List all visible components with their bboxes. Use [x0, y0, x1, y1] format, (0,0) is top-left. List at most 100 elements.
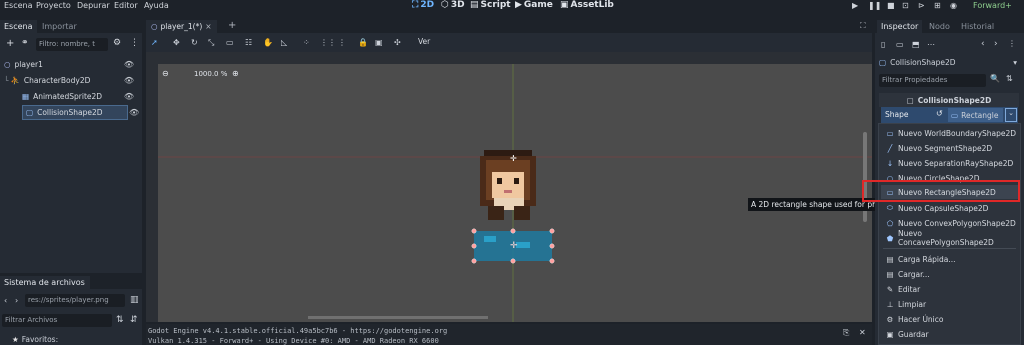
play-scene-icon[interactable]: ⊳ — [918, 1, 925, 10]
menu-depurar[interactable]: Depurar — [77, 1, 110, 10]
menu-item-capsule[interactable]: ⬭ Nuevo CapsuleShape2D — [886, 201, 989, 215]
menu-item-load[interactable]: ▤ Cargar... — [886, 267, 929, 281]
inspector-options-icon[interactable]: ⇅ — [1006, 74, 1013, 83]
2d-viewport[interactable]: ✛ ✛ ⊖ 1000.0 % ⊕ — [158, 64, 872, 322]
view-menu[interactable]: Ver — [418, 37, 430, 46]
revert-icon[interactable]: ↺ — [936, 109, 943, 118]
node2d-icon: ○ — [151, 22, 158, 31]
zoom-out-icon[interactable]: ⊖ — [162, 69, 169, 78]
forward-arrow-icon[interactable]: › — [15, 296, 18, 305]
dock-menu-icon[interactable]: ⋮ — [130, 38, 139, 48]
new-resource-icon[interactable]: ▯ — [881, 40, 885, 49]
back-arrow-icon[interactable]: ‹ — [4, 296, 7, 305]
menu-item-worldboundary[interactable]: ▭ Nuevo WorldBoundaryShape2D — [886, 126, 1016, 140]
menu-escena[interactable]: Escena — [4, 1, 33, 10]
menu-proyecto[interactable]: Proyecto — [36, 1, 71, 10]
zoom-in-icon[interactable]: ⊕ — [232, 69, 239, 78]
visibility-eye-icon[interactable]: 👁 — [124, 92, 134, 101]
visibility-eye-icon[interactable]: 👁 — [129, 108, 139, 117]
zoom-level[interactable]: 1000.0 % — [194, 70, 227, 78]
scene-filter-input[interactable]: Filtro: nombre, t — [36, 38, 108, 51]
tab-importar[interactable]: Importar — [38, 20, 81, 33]
copy-icon[interactable]: ⎘ — [843, 328, 849, 338]
grid-snap-icon[interactable]: ⋮⋮ — [320, 38, 336, 47]
ruler-tool-icon[interactable]: ▭ — [226, 38, 234, 47]
menu-item-separationray[interactable]: ↓ Nuevo SeparationRayShape2D — [886, 156, 1013, 170]
menu-item-make-unique[interactable]: ⚙ Hacer Único — [886, 312, 944, 326]
workspace-assetlib-button[interactable]: ▣ AssetLib — [560, 0, 614, 10]
tab-filesystem[interactable]: Sistema de archivos — [0, 276, 90, 289]
workspace-2d-button[interactable]: ⛶ 2D — [412, 0, 434, 10]
menu-item-concavepolygon[interactable]: ⬟ Nuevo ConcavePolygonShape2D — [886, 229, 1020, 247]
tools-icon[interactable]: ⋯ — [927, 40, 935, 49]
menu-item-segment[interactable]: ╱ Nuevo SegmentShape2D — [886, 141, 992, 155]
menu-item-edit[interactable]: ✎ Editar — [886, 282, 920, 296]
tab-inspector[interactable]: Inspector — [877, 20, 923, 33]
history-back-icon[interactable]: ‹ — [981, 39, 985, 49]
lock-icon[interactable]: 🔒 — [358, 38, 368, 47]
shape-value-button[interactable]: ▭ Rectangle — [948, 108, 1003, 122]
list-select-icon[interactable]: ☷ — [245, 38, 252, 47]
save-resource-icon[interactable]: ⬒ — [912, 40, 920, 49]
menu-ayuda[interactable]: Ayuda — [144, 1, 169, 10]
menu-editor[interactable]: Editor — [114, 1, 138, 10]
menu-item-clear[interactable]: ⊥ Limpiar — [886, 297, 926, 311]
object-selector[interactable]: ▢ CollisionShape2D ▾ — [879, 55, 1017, 69]
open-folder-icon[interactable]: ▭ — [896, 40, 904, 49]
tree-line-icon: └ — [4, 76, 9, 85]
menu-item-convexpolygon[interactable]: ⬠ Nuevo ConvexPolygonShape2D — [886, 216, 1016, 230]
tree-item-animatedsprite2d[interactable]: ▦ AnimatedSprite2D 👁 — [22, 89, 140, 104]
tab-historial[interactable]: Historial — [957, 20, 998, 33]
clear-output-icon[interactable]: ✕ — [859, 328, 866, 337]
select-tool-icon[interactable]: ➚ — [151, 38, 158, 47]
history-forward-icon[interactable]: › — [994, 39, 998, 49]
sort-icon[interactable]: ⇅ — [116, 315, 124, 325]
filesystem-filter-input[interactable]: Filtrar Archivos — [2, 314, 112, 327]
add-node-icon[interactable]: + — [6, 38, 14, 49]
object-history-icon[interactable]: ⋮ — [1008, 39, 1016, 48]
renderer-selector[interactable]: Forward+ — [973, 1, 1012, 10]
movie-icon[interactable]: ◉ — [950, 1, 957, 10]
tab-escena[interactable]: Escena — [0, 20, 37, 33]
split-view-icon[interactable]: ▥ — [130, 295, 139, 305]
tree-item-player1[interactable]: ○ player1 👁 — [4, 57, 140, 72]
tab-nodo[interactable]: Nodo — [925, 20, 954, 33]
chevron-down-icon: ▾ — [1013, 57, 1017, 67]
workspace-3d-button[interactable]: ⬡ 3D — [441, 0, 465, 10]
play-custom-icon[interactable]: ⊞ — [934, 1, 941, 10]
move-tool-icon[interactable]: ✥ — [173, 38, 180, 47]
property-filter-input[interactable]: Filtrar Propiedades — [879, 74, 986, 87]
scene-tab-player1[interactable]: ○ player_1(*) × — [146, 20, 217, 33]
group-icon[interactable]: ▣ — [375, 38, 383, 47]
menu-item-quickload[interactable]: ▤ Carga Rápida... — [886, 252, 955, 266]
measure-icon[interactable]: ◺ — [281, 38, 287, 47]
toggle-layout-icon[interactable]: ⇵ — [130, 315, 138, 325]
workspace-game-button[interactable]: ▶ Game — [515, 0, 553, 10]
distraction-free-icon[interactable]: ⛶ — [860, 21, 866, 31]
pan-tool-icon[interactable]: ✋ — [263, 38, 273, 47]
filesystem-path-input[interactable]: res://sprites/player.png — [25, 294, 125, 307]
visibility-eye-icon[interactable]: 👁 — [124, 76, 134, 85]
stop-icon[interactable]: ■ — [887, 1, 895, 10]
pause-icon[interactable]: ❚❚ — [868, 1, 881, 10]
tree-item-collisionshape2d[interactable]: ▢ CollisionShape2D — [22, 105, 128, 120]
scale-tool-icon[interactable]: ⤡ — [208, 38, 214, 48]
chevron-down-icon[interactable]: ⌄ — [1005, 108, 1017, 122]
workspace-script-button[interactable]: ▤ Script — [470, 0, 511, 10]
snap-options-icon[interactable]: ⋮ — [338, 38, 346, 47]
output-line-1: Godot Engine v4.4.1.stable.official.49a5… — [148, 327, 448, 335]
remote-debug-icon[interactable]: ⊡ — [902, 1, 909, 10]
visibility-eye-icon[interactable]: 👁 — [124, 60, 134, 69]
attach-script-icon[interactable]: ⚙ — [113, 38, 121, 48]
play-icon[interactable]: ▶ — [852, 1, 858, 10]
snap-icon[interactable]: ⁘ — [303, 38, 310, 47]
tree-item-characterbody2d[interactable]: └ ⛹ CharacterBody2D 👁 — [4, 73, 140, 88]
rotate-tool-icon[interactable]: ↻ — [191, 38, 198, 47]
menu-item-save[interactable]: ▣ Guardar — [886, 327, 928, 341]
add-scene-tab-icon[interactable]: + — [228, 20, 236, 31]
search-icon[interactable]: 🔍 — [990, 74, 1000, 83]
close-icon[interactable]: × — [205, 22, 211, 31]
link-icon[interactable]: ⚭ — [21, 38, 29, 48]
favorites-row[interactable]: ★ Favoritos: — [12, 335, 58, 344]
bone-icon[interactable]: ✣ — [394, 38, 401, 47]
